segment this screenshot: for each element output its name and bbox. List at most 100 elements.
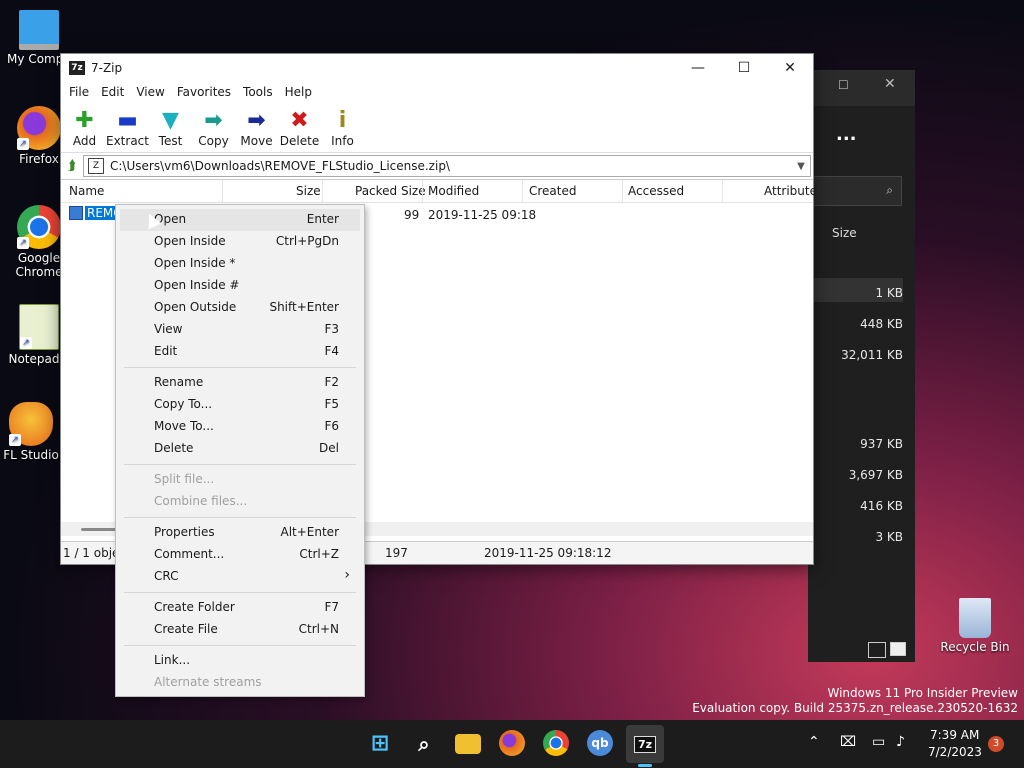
zip-file-icon: Z bbox=[88, 158, 104, 174]
maximize-icon[interactable]: ☐ bbox=[838, 78, 849, 92]
menu-item-crc[interactable]: CRC › bbox=[116, 566, 364, 588]
menu-view[interactable]: View bbox=[130, 85, 170, 99]
desktop-icon-label: FL Studio bbox=[3, 448, 59, 462]
move-button[interactable]: ➡ Move bbox=[235, 108, 278, 152]
copy-arrow-icon: ➡ bbox=[204, 108, 223, 133]
start-icon[interactable]: ⊞ bbox=[366, 730, 394, 758]
7zip-app-icon: 7z bbox=[69, 61, 85, 75]
more-options-icon[interactable]: ... bbox=[836, 124, 857, 145]
info-icon: i bbox=[338, 108, 347, 133]
desktop-icon-fl-studio[interactable]: ↗ FL Studio bbox=[0, 402, 68, 462]
watermark-line2: Evaluation copy. Build 25375.zn_release.… bbox=[692, 701, 1018, 715]
menu-item-open-inside[interactable]: Open Inside Ctrl+PgDn bbox=[116, 231, 364, 253]
file-packed-size: 99 bbox=[404, 208, 420, 222]
notification-badge[interactable]: 3 bbox=[988, 736, 1004, 752]
menu-item-create-folder[interactable]: Create Folder F7 bbox=[116, 597, 364, 619]
7zip-icon[interactable]: 7z bbox=[626, 725, 664, 763]
fl-studio-icon: ↗ bbox=[9, 402, 53, 446]
menu-item-copy-to[interactable]: Copy To... F5 bbox=[116, 394, 364, 416]
monitor-icon bbox=[19, 10, 59, 50]
menu-file[interactable]: File bbox=[63, 85, 95, 99]
menu-item-view[interactable]: View F3 bbox=[116, 319, 364, 341]
column-name[interactable]: Name bbox=[69, 184, 104, 198]
menu-help[interactable]: Help bbox=[279, 85, 318, 99]
column-header-size[interactable]: Size bbox=[832, 226, 857, 240]
up-folder-icon[interactable]: ⮭ bbox=[61, 158, 83, 174]
title-bar[interactable]: 7z 7-Zip — ☐ ✕ bbox=[61, 54, 813, 82]
address-path: C:\Users\vm6\Downloads\REMOVE_FLStudio_L… bbox=[110, 159, 450, 173]
column-size[interactable]: Size bbox=[296, 184, 321, 198]
test-button[interactable]: ▼ Test bbox=[149, 108, 192, 152]
column-created[interactable]: Created bbox=[529, 184, 577, 198]
column-modified[interactable]: Modified bbox=[428, 184, 479, 198]
maximize-button[interactable]: ☐ bbox=[721, 54, 767, 82]
menu-separator bbox=[124, 517, 356, 518]
column-attributes[interactable]: Attribute bbox=[764, 184, 817, 198]
menu-favorites[interactable]: Favorites bbox=[171, 85, 237, 99]
menu-bar: File Edit View Favorites Tools Help bbox=[61, 82, 813, 102]
menu-item-move-to[interactable]: Move To... F6 bbox=[116, 416, 364, 438]
menu-item-open-inside-hash[interactable]: Open Inside # bbox=[116, 275, 364, 297]
menu-item-comment[interactable]: Comment... Ctrl+Z bbox=[116, 544, 364, 566]
plus-icon: ✚ bbox=[75, 108, 94, 133]
search-icon[interactable]: ⌕ bbox=[410, 730, 438, 758]
notepadpp-icon: ↗ bbox=[19, 304, 59, 350]
desktop-icon-label: Recycle Bin bbox=[940, 640, 1010, 654]
close-button[interactable]: ✕ bbox=[767, 54, 813, 82]
chevron-down-icon[interactable]: ▼ bbox=[792, 161, 810, 172]
delete-button[interactable]: ✖ Delete bbox=[278, 108, 321, 152]
network-icon[interactable]: ⌧ bbox=[840, 734, 856, 750]
menu-item-open-outside[interactable]: Open Outside Shift+Enter bbox=[116, 297, 364, 319]
desktop-icon-recycle-bin[interactable]: Recycle Bin bbox=[938, 598, 1012, 654]
firefox-icon: ↗ bbox=[17, 106, 61, 150]
add-button[interactable]: ✚ Add bbox=[63, 108, 106, 152]
search-icon: ⌕ bbox=[886, 183, 893, 197]
menu-item-rename[interactable]: Rename F2 bbox=[116, 372, 364, 394]
chrome-icon[interactable] bbox=[543, 730, 569, 756]
chevron-up-icon[interactable]: ⌃ bbox=[808, 734, 820, 750]
check-icon: ▼ bbox=[162, 108, 179, 133]
menu-item-edit[interactable]: Edit F4 bbox=[116, 341, 364, 363]
file-size: 416 KB bbox=[860, 499, 903, 513]
file-size: 32,011 KB bbox=[841, 348, 903, 362]
minimize-button[interactable]: — bbox=[675, 54, 721, 82]
file-modified: 2019-11-25 09:18 bbox=[428, 208, 537, 222]
delete-x-icon: ✖ bbox=[290, 108, 309, 133]
details-view-icon[interactable] bbox=[868, 642, 886, 658]
menu-item-create-file[interactable]: Create File Ctrl+N bbox=[116, 619, 364, 641]
toolbar: ✚ Add ▬ Extract ▼ Test ➡ Copy ➡ Move ✖ Delete … bbox=[61, 102, 813, 153]
chevron-right-icon: › bbox=[344, 567, 350, 583]
firefox-icon[interactable] bbox=[499, 730, 525, 756]
info-button[interactable]: i Info bbox=[321, 108, 364, 152]
window-title: 7-Zip bbox=[91, 61, 123, 75]
minus-icon: ▬ bbox=[117, 108, 138, 133]
active-app-indicator bbox=[638, 764, 652, 767]
menu-item-delete[interactable]: Delete Del bbox=[116, 438, 364, 460]
clock-date[interactable]: 7/2/2023 bbox=[928, 745, 982, 759]
menu-item-properties[interactable]: Properties Alt+Enter bbox=[116, 522, 364, 544]
close-icon[interactable]: ✕ bbox=[884, 76, 896, 92]
menu-edit[interactable]: Edit bbox=[95, 85, 130, 99]
file-size: 3,697 KB bbox=[848, 468, 903, 482]
move-arrow-icon: ➡ bbox=[247, 108, 266, 133]
menu-item-link[interactable]: Link... bbox=[116, 650, 364, 672]
copy-button[interactable]: ➡ Copy bbox=[192, 108, 235, 152]
clock-time[interactable]: 7:39 AM bbox=[930, 728, 979, 742]
display-icon[interactable]: ▭ bbox=[872, 734, 885, 750]
qbittorrent-icon[interactable]: qb bbox=[587, 730, 613, 756]
column-packed-size[interactable]: Packed Size bbox=[355, 184, 426, 198]
column-accessed[interactable]: Accessed bbox=[628, 184, 684, 198]
volume-icon[interactable]: ♪ bbox=[896, 734, 905, 750]
extract-button[interactable]: ▬ Extract bbox=[106, 108, 149, 152]
menu-tools[interactable]: Tools bbox=[237, 85, 279, 99]
column-header: Name Size Packed Size Modified Created A… bbox=[61, 180, 817, 203]
menu-item-open-inside-star[interactable]: Open Inside * bbox=[116, 253, 364, 275]
file-size: 3 KB bbox=[875, 530, 903, 544]
search-box[interactable]: ⌕ bbox=[812, 176, 902, 206]
menu-item-alternate-streams: Alternate streams bbox=[154, 675, 262, 689]
background-explorer-window: ☐ ✕ ... ⌕ Size 1 KB 448 KB 32,011 KB 937… bbox=[808, 70, 915, 662]
address-input[interactable]: Z C:\Users\vm6\Downloads\REMOVE_FLStudio… bbox=[83, 155, 811, 177]
tiles-view-icon[interactable] bbox=[890, 642, 906, 656]
file-explorer-icon[interactable] bbox=[455, 734, 481, 754]
taskbar: ⊞ ⌕ qb 7z ⌃ ⌧ ▭ ♪ 7:39 AM 7/2/2023 3 bbox=[0, 720, 1024, 768]
